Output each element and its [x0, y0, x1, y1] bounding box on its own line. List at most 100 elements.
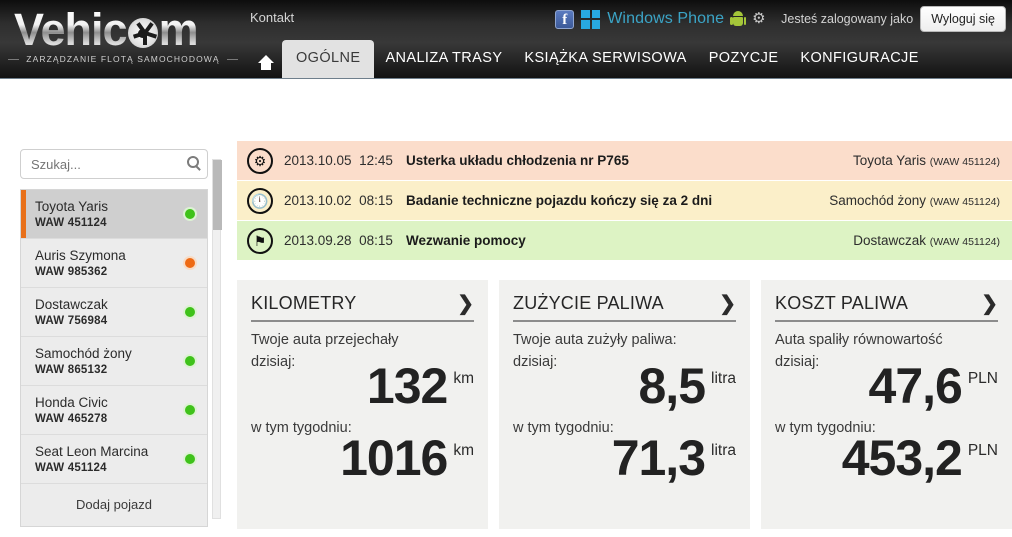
card-header: KOSZT PALIWA ❯: [775, 293, 998, 322]
page-body: Toyota Yaris WAW 451124 Auris Szymona WA…: [0, 78, 1012, 537]
alert-message: Badanie techniczne pojazdu kończy się za…: [406, 193, 713, 208]
alert-message: Wezwanie pomocy: [406, 233, 526, 248]
main-content: ⚙ 2013.10.05 12:45 Usterka układu chłodz…: [237, 141, 1012, 529]
card-header: KILOMETRY ❯: [251, 293, 474, 322]
logo-text-part1: Vehic: [14, 4, 127, 55]
search-input[interactable]: [21, 156, 207, 172]
nav-item-konfiguracje[interactable]: KONFIGURACJE: [789, 40, 929, 78]
vehicle-plate: WAW 865132: [35, 364, 108, 376]
alert-vehicle-name: Dostawczak: [853, 233, 927, 248]
sidebar-scrollbar[interactable]: [212, 159, 222, 519]
card-title: KILOMETRY: [251, 293, 357, 313]
card-subtitle: Auta spaliły równowartość: [775, 332, 943, 348]
facebook-icon[interactable]: f: [555, 9, 575, 29]
card-kilometry: KILOMETRY ❯ Twoje auta przejechały dzisi…: [237, 280, 488, 529]
logout-button[interactable]: Wyloguj się: [920, 6, 1006, 32]
windows-phone-label[interactable]: Windows Phone: [607, 10, 724, 28]
alert-time: 08:15: [359, 193, 393, 208]
nav-item-analiza-trasy[interactable]: ANALIZA TRASY: [374, 40, 513, 78]
tagline-rule-right: [226, 58, 238, 60]
card-today-unit: litra: [711, 370, 736, 387]
status-dot: [185, 258, 195, 268]
nav-item-pozycje[interactable]: POZYCJE: [698, 40, 790, 78]
alert-timestamp: 2013.10.02 08:15: [284, 193, 406, 208]
sidebar-scrollbar-thumb[interactable]: [213, 160, 222, 230]
vehicle-list-item[interactable]: Toyota Yaris WAW 451124: [21, 190, 207, 239]
alert-date: 2013.10.02: [284, 193, 352, 208]
card-title: ZUŻYCIE PALIWA: [513, 293, 664, 313]
status-dot: [185, 405, 195, 415]
logo[interactable]: Vehic m ZARZĄDZANIE FLOTĄ SAMOCHODOWĄ: [8, 4, 238, 74]
vehicle-name: Seat Leon Marcina: [35, 444, 149, 459]
kontakt-link[interactable]: Kontakt: [250, 10, 294, 25]
alert-row[interactable]: ⚑ 2013.09.28 08:15 Wezwanie pomocy Dosta…: [237, 221, 1012, 260]
card-week-row: 71,3 litra: [513, 430, 736, 486]
logo-text: Vehic m: [8, 4, 238, 56]
vehicle-name: Dostawczak: [35, 297, 108, 312]
wheel-icon: [127, 18, 158, 48]
search-box[interactable]: [20, 149, 208, 179]
alert-timestamp: 2013.09.28 08:15: [284, 233, 406, 248]
vehicle-name: Toyota Yaris: [35, 199, 109, 214]
vehicle-list: Toyota Yaris WAW 451124 Auris Szymona WA…: [20, 189, 208, 527]
main-nav: OGÓLNE ANALIZA TRASY KSIĄŻKA SERWISOWA P…: [250, 38, 930, 78]
nav-item-ogolne[interactable]: OGÓLNE: [282, 40, 375, 78]
card-title: KOSZT PALIWA: [775, 293, 909, 313]
card-subtitle: Twoje auta przejechały: [251, 332, 399, 348]
vehicle-name: Honda Civic: [35, 395, 108, 410]
card-subtitle: Twoje auta zużyły paliwa:: [513, 332, 677, 348]
vehicle-list-item[interactable]: Auris Szymona WAW 985362: [21, 239, 207, 288]
flag-icon: ⚑: [247, 227, 273, 254]
alert-timestamp: 2013.10.05 12:45: [284, 153, 406, 168]
alert-message: Usterka układu chłodzenia nr P765: [406, 153, 629, 168]
alert-vehicle-plate: (WAW 451124): [929, 196, 1000, 208]
alert-vehicle-plate: (WAW 451124): [929, 236, 1000, 248]
card-today-value: 47,6: [868, 358, 963, 414]
site-header: Vehic m ZARZĄDZANIE FLOTĄ SAMOCHODOWĄ Ko…: [0, 0, 1012, 78]
chevron-right-icon[interactable]: ❯: [981, 294, 998, 314]
alert-vehicle-name: Toyota Yaris: [852, 153, 927, 168]
card-today-unit: km: [453, 370, 474, 387]
alert-row[interactable]: 🕛 2013.10.02 08:15 Badanie techniczne po…: [237, 181, 1012, 220]
card-today-value: 8,5: [638, 358, 707, 414]
card-zuzycie-paliwa: ZUŻYCIE PALIWA ❯ Twoje auta zużyły paliw…: [499, 280, 750, 529]
card-koszt-paliwa: KOSZT PALIWA ❯ Auta spaliły równowartość…: [761, 280, 1012, 529]
vehicle-list-item[interactable]: Honda Civic WAW 465278: [21, 386, 207, 435]
vehicle-sidebar: Toyota Yaris WAW 451124 Auris Szymona WA…: [20, 149, 208, 527]
card-week-row: 1016 km: [251, 430, 474, 486]
card-week-unit: km: [453, 442, 474, 459]
vehicle-list-item[interactable]: Samochód żony WAW 865132: [21, 337, 207, 386]
logged-in-label: Jesteś zalogowany jako: [781, 12, 914, 26]
logo-text-part2: m: [158, 4, 198, 55]
vehicle-plate: WAW 451124: [35, 462, 107, 474]
chevron-right-icon[interactable]: ❯: [719, 294, 736, 314]
tagline-rule-left: [8, 58, 20, 60]
status-dot: [185, 209, 195, 219]
home-icon: [258, 55, 274, 70]
clock-icon: 🕛: [247, 187, 273, 214]
card-week-row: 453,2 PLN: [775, 430, 998, 486]
alert-vehicle-plate: (WAW 451124): [929, 156, 1000, 168]
android-icon[interactable]: [730, 11, 747, 27]
search-icon[interactable]: [187, 156, 199, 168]
bug-icon[interactable]: ⚙: [752, 11, 768, 27]
alert-vehicle: Dostawczak (WAW 451124): [853, 233, 1000, 248]
alert-time: 12:45: [359, 153, 393, 168]
vehicle-plate: WAW 465278: [35, 413, 108, 425]
vehicle-plate: WAW 756984: [35, 315, 108, 327]
card-week-value: 71,3: [611, 430, 706, 486]
alert-date: 2013.09.28: [284, 233, 352, 248]
chevron-right-icon[interactable]: ❯: [457, 294, 474, 314]
vehicle-list-item[interactable]: Seat Leon Marcina WAW 451124: [21, 435, 207, 484]
card-week-unit: PLN: [967, 442, 998, 459]
nav-item-ksiazka-serwisowa[interactable]: KSIĄŻKA SERWISOWA: [513, 40, 697, 78]
alert-row[interactable]: ⚙ 2013.10.05 12:45 Usterka układu chłodz…: [237, 141, 1012, 180]
vehicle-list-item[interactable]: Dostawczak WAW 756984: [21, 288, 207, 337]
vehicle-name: Samochód żony: [35, 346, 132, 361]
nav-home-button[interactable]: [250, 40, 282, 78]
vehicle-plate: WAW 451124: [35, 217, 107, 229]
header-utility-bar: f Windows Phone ⚙ Jesteś zalogowany jako…: [555, 4, 1006, 34]
windows-icon[interactable]: [581, 9, 601, 29]
card-week-unit: litra: [711, 442, 736, 459]
add-vehicle-button[interactable]: Dodaj pojazd: [21, 484, 207, 526]
